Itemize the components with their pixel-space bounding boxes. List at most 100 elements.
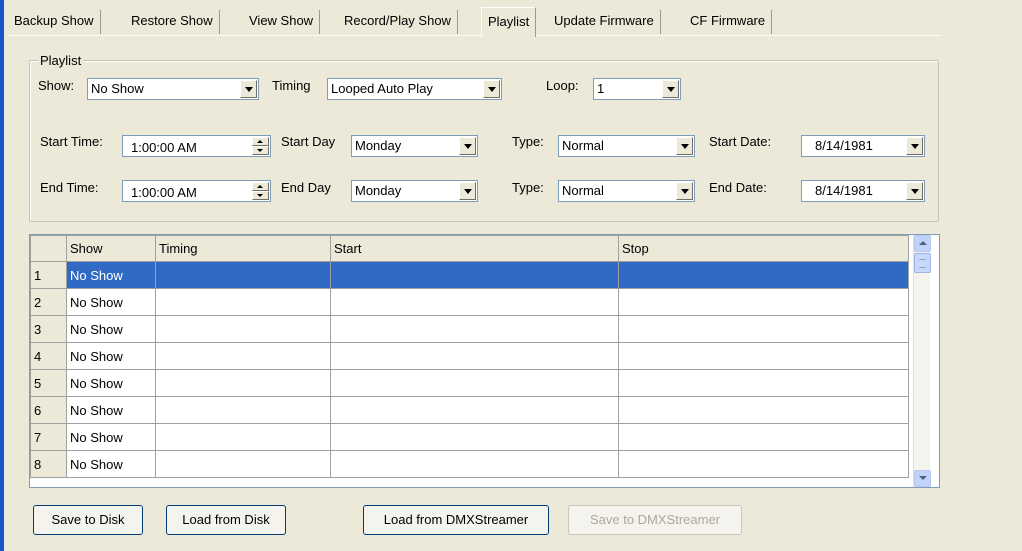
cell-stop[interactable]	[618, 315, 909, 343]
chevron-down-icon[interactable]	[459, 137, 476, 155]
cell-show[interactable]: No Show	[66, 369, 156, 397]
tab-panel-border	[8, 35, 940, 36]
cell-show[interactable]: No Show	[66, 315, 156, 343]
save-to-disk-button[interactable]: Save to Disk	[33, 505, 143, 535]
cell-start[interactable]	[330, 369, 619, 397]
tab-update-firmware[interactable]: Update Firmware	[548, 10, 661, 34]
cell-stop[interactable]	[618, 288, 909, 316]
cell-show[interactable]: No Show	[66, 342, 156, 370]
chevron-down-icon[interactable]	[906, 137, 923, 155]
loop-select[interactable]: 1	[593, 78, 681, 100]
cell-show[interactable]: No Show	[66, 261, 156, 289]
cell-start[interactable]	[330, 288, 619, 316]
start-type-select[interactable]: Normal	[558, 135, 695, 157]
row-number[interactable]: 2	[30, 288, 67, 316]
chevron-down-icon[interactable]	[906, 182, 923, 200]
column-header-start[interactable]: Start	[330, 235, 619, 262]
tab-backup-show[interactable]: Backup Show	[8, 10, 101, 34]
cell-show[interactable]: No Show	[66, 423, 156, 451]
chevron-down-icon[interactable]	[459, 182, 476, 200]
start-day-select[interactable]: Monday	[351, 135, 478, 157]
timing-select[interactable]: Looped Auto Play	[327, 78, 502, 100]
scroll-thumb[interactable]	[914, 253, 931, 273]
cell-show[interactable]: No Show	[66, 450, 156, 478]
row-number[interactable]: 1	[30, 261, 67, 289]
tab-view-show[interactable]: View Show	[243, 10, 321, 34]
start-time-value: 1:00:00 AM	[131, 140, 197, 155]
cell-timing[interactable]	[155, 450, 331, 478]
cell-timing[interactable]	[155, 261, 331, 289]
table-row[interactable]: 8 No Show	[30, 450, 909, 478]
column-header-timing[interactable]: Timing	[155, 235, 331, 262]
chevron-down-icon[interactable]	[483, 80, 500, 98]
row-number[interactable]: 8	[30, 450, 67, 478]
table-row[interactable]: 1 No Show	[30, 261, 909, 289]
tab-playlist[interactable]: Playlist	[481, 7, 537, 37]
cell-show[interactable]: No Show	[66, 396, 156, 424]
chevron-down-icon[interactable]	[240, 80, 257, 98]
cell-show[interactable]: No Show	[66, 288, 156, 316]
spin-up-icon[interactable]	[252, 137, 269, 146]
end-type-select[interactable]: Normal	[558, 180, 695, 202]
save-to-dmxstreamer-button: Save to DMXStreamer	[568, 505, 742, 535]
scroll-down-icon[interactable]	[914, 470, 931, 487]
cell-timing[interactable]	[155, 423, 331, 451]
grid-vertical-scrollbar[interactable]	[913, 235, 931, 487]
table-row[interactable]: 6 No Show	[30, 396, 909, 424]
start-time-field[interactable]: 1:00:00 AM	[122, 135, 271, 157]
cell-start[interactable]	[330, 261, 619, 289]
row-number[interactable]: 6	[30, 396, 67, 424]
chevron-down-icon[interactable]	[676, 182, 693, 200]
cell-timing[interactable]	[155, 288, 331, 316]
scroll-up-icon[interactable]	[914, 235, 931, 252]
loop-label: Loop:	[546, 78, 579, 93]
show-select[interactable]: No Show	[87, 78, 259, 100]
row-number[interactable]: 3	[30, 315, 67, 343]
row-number[interactable]: 5	[30, 369, 67, 397]
start-day-label: Start Day	[281, 134, 336, 149]
cell-timing[interactable]	[155, 396, 331, 424]
end-day-select[interactable]: Monday	[351, 180, 478, 202]
cell-start[interactable]	[330, 396, 619, 424]
cell-start[interactable]	[330, 315, 619, 343]
row-number[interactable]: 4	[30, 342, 67, 370]
cell-start[interactable]	[330, 450, 619, 478]
cell-timing[interactable]	[155, 342, 331, 370]
table-row[interactable]: 7 No Show	[30, 423, 909, 451]
table-row[interactable]: 3 No Show	[30, 315, 909, 343]
cell-timing[interactable]	[155, 369, 331, 397]
load-from-disk-button[interactable]: Load from Disk	[166, 505, 286, 535]
load-from-dmxstreamer-button[interactable]: Load from DMXStreamer	[363, 505, 549, 535]
table-row[interactable]: 5 No Show	[30, 369, 909, 397]
cell-stop[interactable]	[618, 423, 909, 451]
cell-stop[interactable]	[618, 450, 909, 478]
end-time-field[interactable]: 1:00:00 AM	[122, 180, 271, 202]
tab-restore-show[interactable]: Restore Show	[125, 10, 220, 34]
tab-record-play-show[interactable]: Record/Play Show	[338, 10, 458, 34]
cell-stop[interactable]	[618, 342, 909, 370]
start-day-value: Monday	[355, 138, 402, 153]
start-time-label: Start Time:	[40, 134, 103, 149]
cell-start[interactable]	[330, 423, 619, 451]
cell-stop[interactable]	[618, 369, 909, 397]
timing-select-value: Looped Auto Play	[331, 81, 433, 96]
spin-down-icon[interactable]	[252, 146, 269, 155]
row-number[interactable]: 7	[30, 423, 67, 451]
spin-up-icon[interactable]	[252, 182, 269, 191]
end-day-label: End Day	[281, 180, 331, 195]
chevron-down-icon[interactable]	[676, 137, 693, 155]
cell-start[interactable]	[330, 342, 619, 370]
chevron-down-icon[interactable]	[662, 80, 679, 98]
column-header-stop[interactable]: Stop	[618, 235, 909, 262]
start-date-picker[interactable]: 8/14/1981	[801, 135, 925, 157]
tab-cf-firmware[interactable]: CF Firmware	[684, 10, 773, 34]
table-row[interactable]: 2 No Show	[30, 288, 909, 316]
spin-down-icon[interactable]	[252, 191, 269, 200]
column-header-show[interactable]: Show	[66, 235, 156, 262]
cell-stop[interactable]	[618, 396, 909, 424]
table-row[interactable]: 4 No Show	[30, 342, 909, 370]
end-date-picker[interactable]: 8/14/1981	[801, 180, 925, 202]
cell-stop[interactable]	[618, 261, 909, 289]
playlist-grid[interactable]: Show Timing Start Stop 1 No Show 2 No Sh…	[29, 234, 940, 488]
cell-timing[interactable]	[155, 315, 331, 343]
